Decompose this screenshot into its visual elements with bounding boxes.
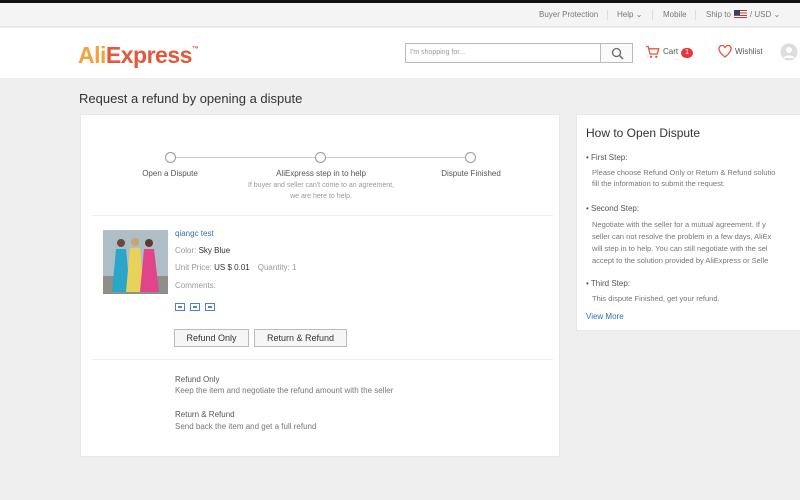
logo-part-ali: Ali (78, 42, 106, 68)
refund-only-description: Keep the item and negotiate the refund a… (175, 386, 394, 395)
copy-icon[interactable] (190, 303, 200, 311)
how-to-dispute-panel: How to Open Dispute • First Step: Please… (576, 114, 800, 331)
logo-part-express: Express (105, 42, 193, 68)
view-more-link[interactable]: View More (586, 312, 624, 321)
image-icon[interactable] (205, 303, 215, 311)
top-nav-bar: Buyer Protection Help ⌄ Mobile Ship to / … (0, 3, 800, 27)
search-input[interactable]: I'm shopping for... (405, 43, 601, 63)
divider (91, 359, 553, 360)
panel-title: How to Open Dispute (586, 126, 701, 140)
cart-label: Cart (663, 47, 679, 56)
comments-label: Comments: (175, 281, 216, 290)
product-price-quantity: Unit Price: US $ 0.01 Quantity: 1 (175, 263, 296, 272)
nav-separator (607, 10, 608, 20)
help-label: Help (617, 10, 634, 19)
cart-icon (646, 45, 660, 58)
step-help-note: If buyer and seller can't come to an agr… (247, 182, 395, 200)
color-value: Sky Blue (198, 246, 231, 255)
refund-only-title: Refund Only (175, 375, 220, 384)
step-label-dispute-finished: Dispute Finished (441, 169, 501, 178)
second-step-title: • Second Step: (586, 204, 640, 213)
second-step-line: will step in to help. You can still nego… (592, 244, 768, 253)
second-step-line: accept to the solution provided by AliEx… (592, 256, 769, 265)
chevron-down-icon: ⌄ (635, 10, 643, 19)
dispute-form-card: Open a Dispute AliExpress step in to hel… (80, 114, 560, 457)
product-name-link[interactable]: qiangc test (175, 229, 214, 238)
page-title: Request a refund by opening a dispute (79, 91, 303, 106)
buyer-protection-link[interactable]: Buyer Protection (539, 3, 598, 27)
first-step-title: • First Step: (586, 153, 628, 162)
divider (91, 215, 553, 216)
unit-price-label: Unit Price: (175, 263, 212, 272)
step-dot-aliexpress-help (315, 152, 326, 163)
return-refund-title: Return & Refund (175, 410, 235, 419)
heart-icon (718, 45, 732, 58)
product-image[interactable] (103, 230, 168, 294)
help-menu[interactable]: Help ⌄ (617, 3, 642, 27)
second-step-line: Negotiate with the seller for a mutual a… (592, 220, 766, 229)
third-step-title: • Third Step: (586, 279, 631, 288)
search-button[interactable] (600, 43, 633, 63)
quantity-value: 1 (291, 263, 297, 272)
third-step-text: This dispute Finished, get your refund. (592, 294, 720, 303)
return-refund-description: Send back the item and get a full refund (175, 422, 317, 431)
unit-price-value: US $ 0.01 (214, 263, 250, 272)
refund-only-button[interactable]: Refund Only (174, 329, 249, 347)
currency-label: USD (754, 10, 772, 19)
color-label: Color: (175, 246, 197, 255)
wishlist-label: Wishlist (735, 47, 763, 56)
user-icon[interactable] (780, 43, 798, 61)
cart-count-badge: 1 (681, 48, 694, 58)
first-step-line: fill the information to submit the reque… (592, 179, 725, 188)
return-and-refund-button[interactable]: Return & Refund (254, 329, 347, 347)
currency-separator: / (749, 10, 753, 19)
step-label-open-dispute: Open a Dispute (142, 169, 198, 178)
us-flag-icon (733, 10, 747, 18)
quantity-label: Quantity: (257, 263, 290, 272)
first-step-line: Please choose Refund Only or Return & Re… (592, 168, 776, 177)
step-label-aliexpress-help: AliExpress step in to help (276, 169, 366, 178)
step-dot-open-dispute (165, 152, 176, 163)
cart-link[interactable]: Cart 1 (645, 44, 694, 60)
wishlist-link[interactable]: Wishlist (718, 44, 763, 60)
mobile-link[interactable]: Mobile (663, 3, 687, 27)
second-step-line: seller can not resolve the problem in a … (592, 232, 772, 241)
site-header: AliExpress™ I'm shopping for... Cart 1 Wi… (0, 28, 800, 78)
nav-separator (652, 10, 653, 20)
aliexpress-logo[interactable]: AliExpress™ (78, 42, 199, 69)
message-icon[interactable] (175, 303, 185, 311)
ship-to-label: Ship to (706, 10, 731, 19)
nav-separator (695, 10, 696, 20)
chevron-down-icon: ⌄ (773, 10, 781, 19)
logo-trademark: ™ (191, 46, 199, 53)
comment-icons (175, 298, 220, 316)
search-icon (611, 47, 624, 60)
product-color: Color: Sky Blue (175, 246, 230, 255)
ship-to-menu[interactable]: Ship to / USD ⌄ (706, 3, 780, 27)
step-dot-dispute-finished (465, 152, 476, 163)
product-photo (103, 230, 168, 294)
